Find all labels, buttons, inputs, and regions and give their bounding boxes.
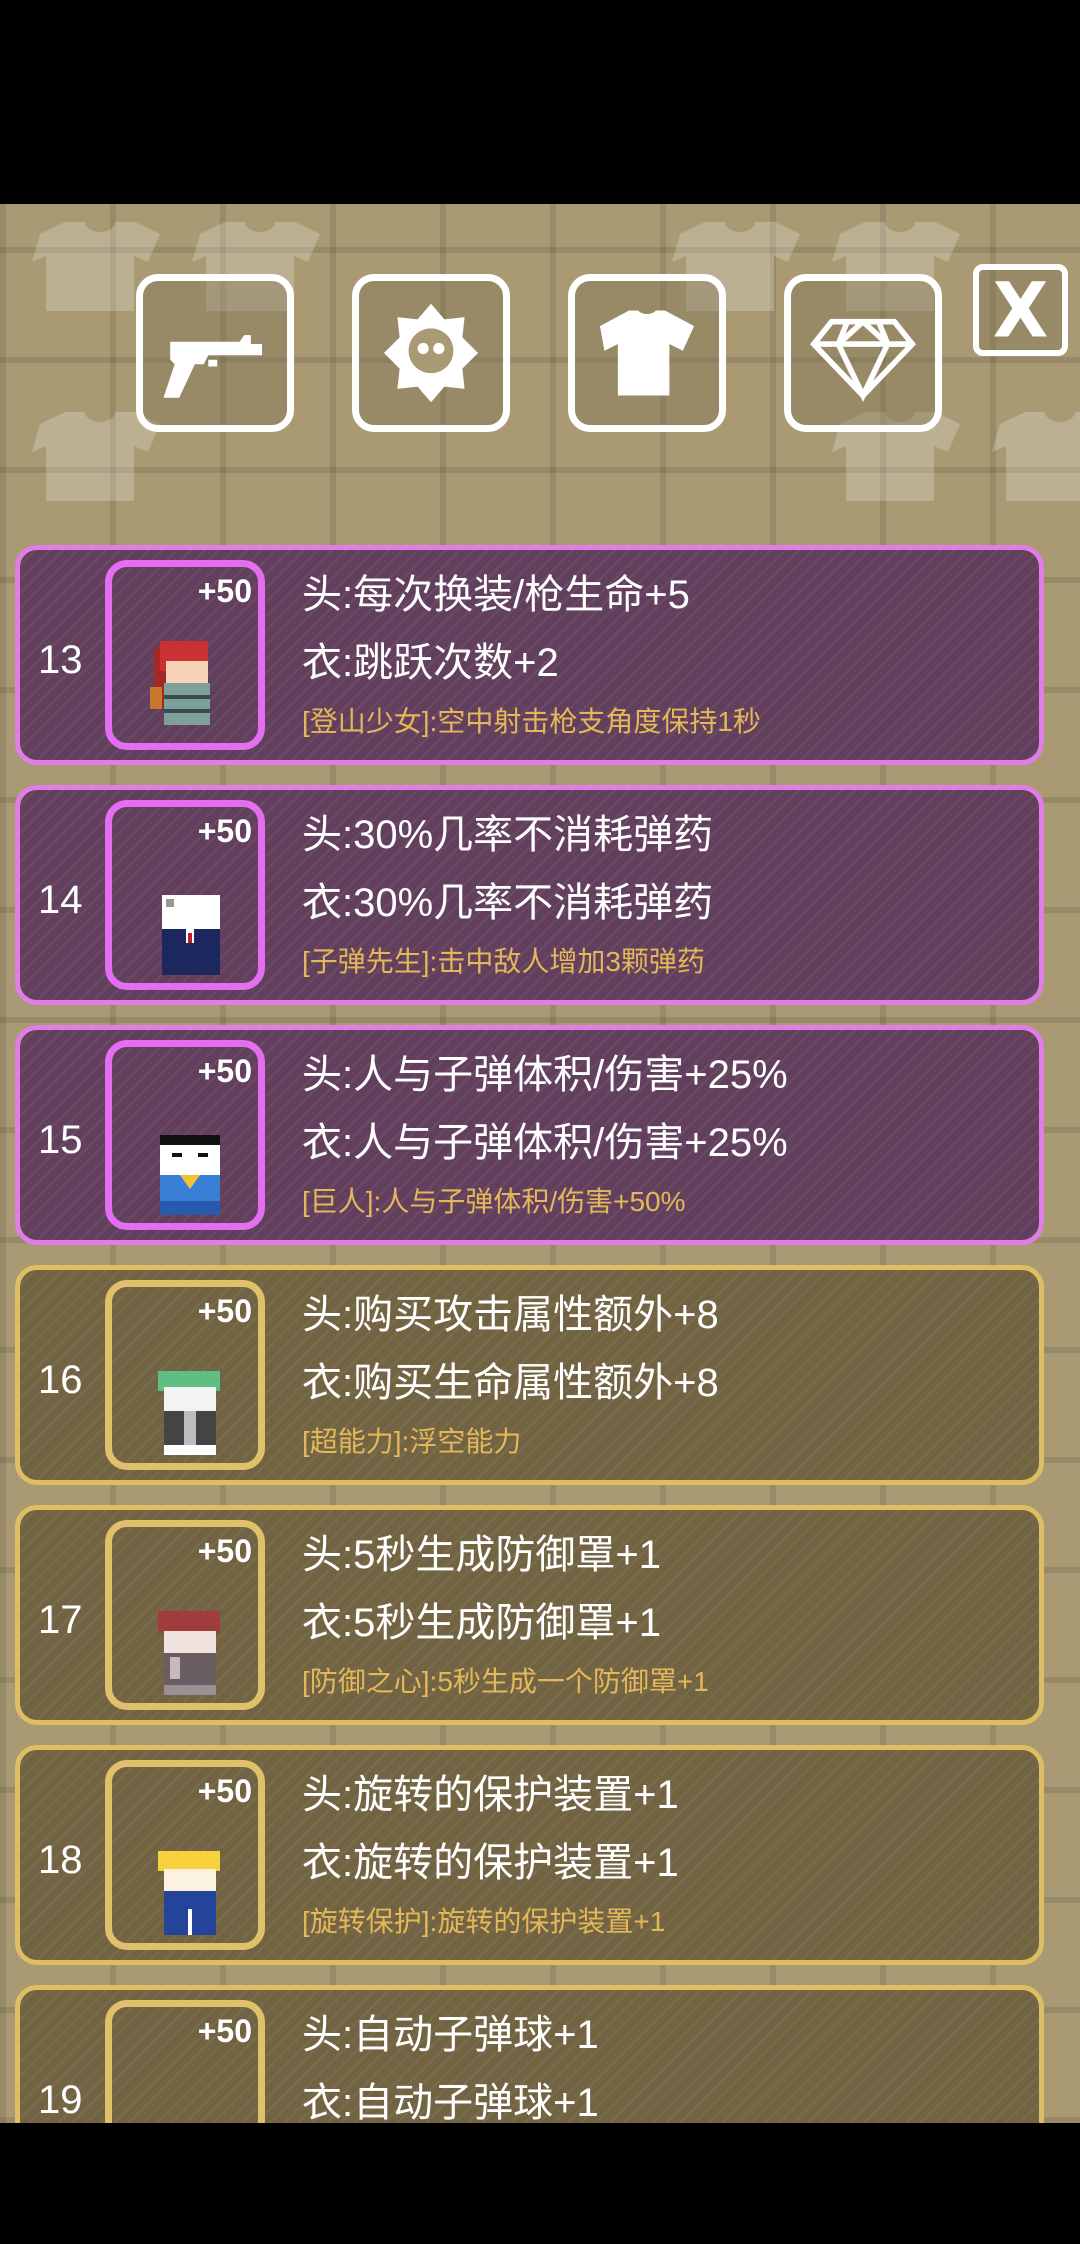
costume-card-15[interactable]: 15 +50 头:人与子弹体积/伤害+25% 衣:人与子弹体积/伤害+25% […: [15, 1025, 1044, 1245]
bonus-badge: +50: [197, 573, 252, 609]
bonus-badge: +50: [197, 1293, 252, 1329]
costume-number: 15: [38, 1118, 83, 1162]
bonus-badge: +50: [197, 2013, 252, 2049]
head-attribute: 头:旋转的保护装置+1: [302, 1773, 679, 1817]
spin-guard-avatar: [158, 1851, 220, 1935]
skull-badge-icon: [383, 303, 479, 403]
bonus-badge: +50: [197, 1053, 252, 1089]
costume-portrait: +50: [105, 560, 265, 750]
set-skill: [子弹先生]:击中敌人增加3颗弹药: [302, 946, 705, 977]
tab-gem[interactable]: [784, 274, 942, 432]
costume-portrait: +50: [105, 800, 265, 990]
bonus-badge: +50: [197, 1533, 252, 1569]
head-attribute: 头:自动子弹球+1: [302, 2013, 599, 2057]
close-button[interactable]: X: [973, 264, 1068, 356]
set-skill: [防御之心]:5秒生成一个防御罩+1: [302, 1666, 709, 1697]
body-attribute: 衣:自动子弹球+1: [302, 2081, 599, 2123]
body-attribute: 衣:跳跃次数+2: [302, 641, 559, 685]
psychic-avatar: [158, 1371, 220, 1455]
costume-number: 18: [38, 1838, 83, 1882]
mr-bullet-avatar: [162, 895, 220, 975]
head-attribute: 头:5秒生成防御罩+1: [302, 1533, 661, 1577]
costume-portrait: +50: [105, 1280, 265, 1470]
tab-costume[interactable]: [568, 274, 726, 432]
costume-portrait: +50: [105, 1760, 265, 1950]
head-attribute: 头:购买攻击属性额外+8: [302, 1293, 719, 1337]
set-skill: [旋转保护]:旋转的保护装置+1: [302, 1906, 666, 1937]
navigation-bar-area: [0, 2123, 1080, 2244]
tab-skill[interactable]: [352, 274, 510, 432]
costume-card-17[interactable]: 17 +50 头:5秒生成防御罩+1 衣:5秒生成防御罩+1 [防御之心]:5秒…: [15, 1505, 1044, 1725]
costume-number: 13: [38, 638, 83, 682]
shirt-icon: [599, 310, 695, 396]
head-attribute: 头:30%几率不消耗弹药: [302, 813, 714, 857]
costume-card-13[interactable]: 13 +50 头:每次换装/枪生命+5 衣:跳跃次数+2 [登山少女]:空中射击…: [15, 545, 1044, 765]
body-attribute: 衣:30%几率不消耗弹药: [302, 881, 714, 925]
status-bar-area: [0, 0, 1080, 204]
costume-card-14[interactable]: 14 +50 头:30%几率不消耗弹药 衣:30%几率不消耗弹药 [子弹先生]:…: [15, 785, 1044, 1005]
costume-portrait: +50: [105, 2000, 265, 2123]
costume-number: 19: [38, 2078, 83, 2122]
climber-girl-avatar: [150, 641, 210, 725]
costume-portrait: +50: [105, 1040, 265, 1230]
set-skill: [登山少女]:空中射击枪支角度保持1秒: [302, 706, 761, 737]
costume-screen: X 13 +50 头:每次换装/枪生命+5 衣:跳跃次数+2 [登山少女]:空中…: [0, 204, 1080, 2123]
costume-number: 14: [38, 878, 83, 922]
body-attribute: 衣:旋转的保护装置+1: [302, 1841, 679, 1885]
close-label: X: [992, 265, 1049, 355]
body-attribute: 衣:人与子弹体积/伤害+25%: [302, 1121, 788, 1165]
auto-bullet-ball-avatar: [150, 2077, 220, 2123]
head-attribute: 头:每次换装/枪生命+5: [302, 573, 690, 617]
head-attribute: 头:人与子弹体积/伤害+25%: [302, 1053, 788, 1097]
body-attribute: 衣:5秒生成防御罩+1: [302, 1601, 661, 1645]
costume-card-16[interactable]: 16 +50 头:购买攻击属性额外+8 衣:购买生命属性额外+8 [超能力]:浮…: [15, 1265, 1044, 1485]
tab-weapon[interactable]: [136, 274, 294, 432]
defense-heart-avatar: [158, 1611, 220, 1695]
revolver-icon: [163, 335, 263, 398]
bonus-badge: +50: [197, 1773, 252, 1809]
costume-card-18[interactable]: 18 +50 头:旋转的保护装置+1 衣:旋转的保护装置+1 [旋转保护]:旋转…: [15, 1745, 1044, 1965]
set-skill: [巨人]:人与子弹体积/伤害+50%: [302, 1186, 686, 1217]
costume-portrait: +50: [105, 1520, 265, 1710]
diamond-icon: [810, 318, 916, 403]
set-skill: [超能力]:浮空能力: [302, 1426, 522, 1457]
giant-avatar: [160, 1135, 220, 1215]
costume-number: 16: [38, 1358, 83, 1402]
costume-card-19[interactable]: 19 +50 头:自动子弹球+1 衣:自动子弹球+1: [15, 1985, 1044, 2123]
costume-number: 17: [38, 1598, 83, 1642]
bonus-badge: +50: [197, 813, 252, 849]
body-attribute: 衣:购买生命属性额外+8: [302, 1361, 719, 1405]
